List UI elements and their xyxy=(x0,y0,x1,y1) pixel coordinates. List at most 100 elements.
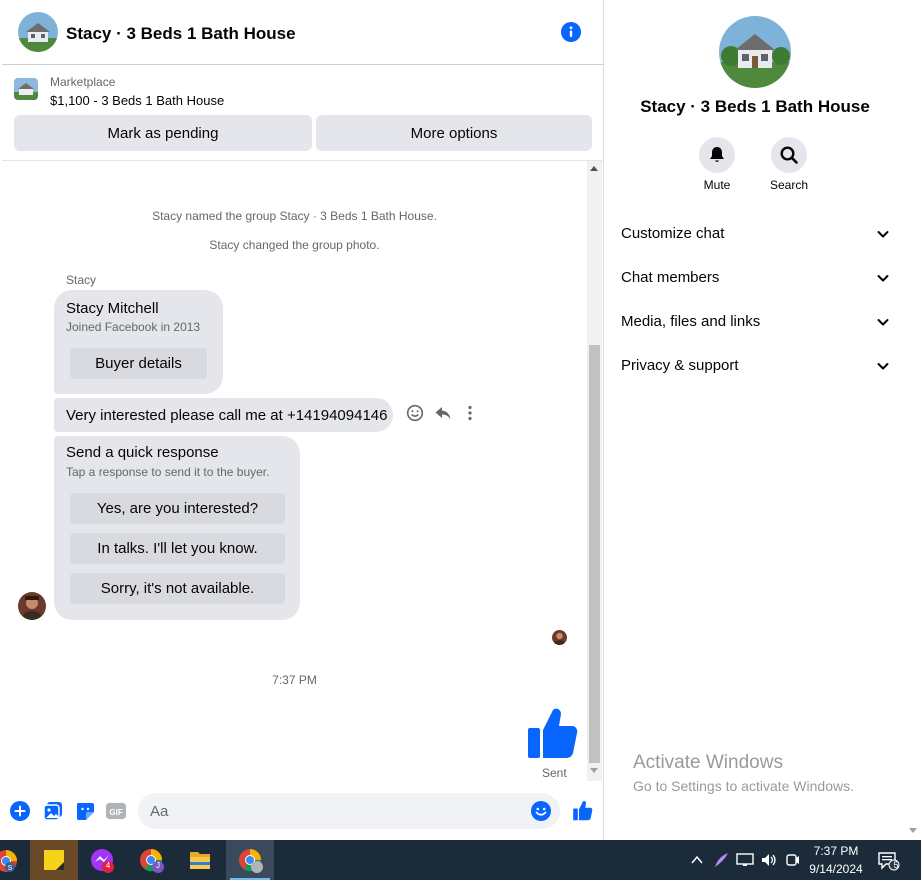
profile-card-bubble: Stacy Mitchell Joined Facebook in 2013 B… xyxy=(54,290,223,394)
taskbar-clock-time[interactable]: 7:37 PM xyxy=(806,844,866,858)
watermark-line-1: Activate Windows xyxy=(633,752,783,773)
chrome-profile-letter: J xyxy=(156,861,160,870)
chat-info-panel: Stacy · 3 Beds 1 Bath House Mute Search … xyxy=(605,0,905,840)
chat-header: Stacy · 3 Beds 1 Bath House xyxy=(2,0,604,65)
mute-button[interactable] xyxy=(699,137,735,173)
taskbar-app-chrome-s[interactable]: S xyxy=(0,840,24,880)
page: Stacy · 3 Beds 1 Bath House Marketplace … xyxy=(0,0,921,880)
scrollbar-thumb[interactable] xyxy=(589,345,600,763)
message-input-placeholder: Aa xyxy=(150,803,169,820)
more-options-button[interactable]: More options xyxy=(316,115,592,151)
taskbar-app-sticky-notes[interactable] xyxy=(30,840,78,880)
reply-icon[interactable] xyxy=(434,404,452,422)
taskbar-app-file-explorer[interactable] xyxy=(178,840,222,880)
react-emoji-icon[interactable] xyxy=(406,404,424,422)
scroll-down-arrow-icon[interactable] xyxy=(590,768,598,773)
sticky-notes-icon xyxy=(44,850,64,870)
taskbar-app-messenger[interactable]: 4 xyxy=(82,840,124,880)
network-icon[interactable] xyxy=(736,852,754,868)
sent-like-icon[interactable] xyxy=(526,706,578,760)
listing-thumbnail[interactable] xyxy=(14,78,38,100)
listing-price-title[interactable]: $1,100 - 3 Beds 1 Bath House xyxy=(50,93,224,108)
plus-icon[interactable] xyxy=(10,801,30,821)
sender-avatar[interactable] xyxy=(18,592,46,620)
chat-title[interactable]: Stacy · 3 Beds 1 Bath House xyxy=(66,24,296,44)
chrome-icon xyxy=(140,849,164,873)
group-avatar[interactable] xyxy=(18,12,58,52)
chevron-down-icon xyxy=(877,275,889,282)
section-customize-chat[interactable]: Customize chat xyxy=(621,222,891,246)
quick-response-subtitle: Tap a response to send it to the buyer. xyxy=(66,465,270,479)
message-bubble[interactable]: Very interested please call me at +14194… xyxy=(54,398,393,432)
info-title: Stacy · 3 Beds 1 Bath House xyxy=(640,97,870,116)
section-label: Privacy & support xyxy=(621,357,739,374)
meet-now-icon[interactable] xyxy=(786,852,800,868)
taskbar-app-chrome-j[interactable]: J xyxy=(130,840,172,880)
bell-icon xyxy=(710,147,724,162)
taskbar-app-chrome-active[interactable] xyxy=(226,840,274,880)
chevron-down-icon xyxy=(877,363,889,370)
search-label: Search xyxy=(769,178,809,192)
messenger-icon xyxy=(91,849,114,873)
message-input[interactable]: Aa xyxy=(138,793,560,829)
chrome-icon xyxy=(230,849,270,880)
section-chat-members[interactable]: Chat members xyxy=(621,266,891,290)
svg-text:GIF: GIF xyxy=(109,808,123,817)
sticker-icon[interactable] xyxy=(75,801,95,821)
section-media-files-links[interactable]: Media, files and links xyxy=(621,310,891,334)
scroll-up-arrow-icon[interactable] xyxy=(590,166,598,171)
watermark-line-2: Go to Settings to activate Windows. xyxy=(633,778,854,794)
system-message-photo: Stacy changed the group photo. xyxy=(209,238,380,252)
chevron-down-icon xyxy=(877,231,889,238)
profile-name: Stacy Mitchell xyxy=(66,300,159,317)
chevron-up-icon[interactable] xyxy=(690,854,704,866)
chat-pane: Stacy · 3 Beds 1 Bath House Marketplace … xyxy=(2,0,604,840)
more-vertical-icon[interactable] xyxy=(465,404,475,422)
pen-icon[interactable] xyxy=(712,851,730,869)
volume-icon[interactable] xyxy=(760,852,778,868)
notification-count: 5 xyxy=(893,860,899,870)
message-text: Very interested please call me at +14194… xyxy=(66,406,388,424)
svg-text:S: S xyxy=(8,865,13,872)
section-label: Media, files and links xyxy=(621,313,761,330)
quick-response-option[interactable]: Sorry, it's not available. xyxy=(70,573,285,604)
message-actions xyxy=(403,404,479,424)
sender-name: Stacy xyxy=(66,273,97,287)
page-scrollbar[interactable] xyxy=(905,0,921,840)
quick-response-option[interactable]: Yes, are you interested? xyxy=(70,493,285,524)
section-label: Customize chat xyxy=(621,225,725,242)
sent-status: Sent xyxy=(542,766,567,780)
mark-as-pending-button[interactable]: Mark as pending xyxy=(14,115,312,151)
seen-receipt-avatar xyxy=(552,630,567,645)
quick-response-option[interactable]: In talks. I'll let you know. xyxy=(70,533,285,564)
activate-windows-watermark: Activate Windows Go to Settings to activ… xyxy=(633,752,854,794)
info-icon[interactable] xyxy=(561,22,581,42)
section-label: Chat members xyxy=(621,269,720,286)
search-button[interactable] xyxy=(771,137,807,173)
page-scroll-down-icon[interactable] xyxy=(909,828,917,833)
gif-icon[interactable]: GIF xyxy=(106,801,126,821)
photo-icon[interactable] xyxy=(43,801,63,821)
system-message-rename: Stacy named the group Stacy · 3 Beds 1 B… xyxy=(152,209,437,223)
marketplace-label: Marketplace xyxy=(50,75,116,89)
quick-response-bubble: Send a quick response Tap a response to … xyxy=(54,436,300,620)
search-icon xyxy=(780,146,798,164)
windows-taskbar: S 4 J 7:37 PM 9/14/2024 5 xyxy=(0,840,921,880)
chrome-icon: S xyxy=(0,850,17,872)
messenger-badge-count: 4 xyxy=(105,861,111,870)
buyer-details-button[interactable]: Buyer details xyxy=(70,348,207,379)
chevron-down-icon xyxy=(877,319,889,326)
group-avatar-large[interactable] xyxy=(719,16,791,88)
timestamp-separator: 7:37 PM xyxy=(272,673,317,687)
mute-label: Mute xyxy=(703,178,731,192)
quick-response-title: Send a quick response xyxy=(66,444,219,461)
like-icon[interactable] xyxy=(572,800,593,821)
file-explorer-icon xyxy=(190,852,210,869)
section-privacy-support[interactable]: Privacy & support xyxy=(621,354,891,378)
emoji-icon[interactable] xyxy=(531,801,551,821)
marketplace-banner: Marketplace $1,100 - 3 Beds 1 Bath House… xyxy=(2,66,604,161)
message-composer: GIF Aa xyxy=(2,790,604,834)
chat-scrollbar[interactable] xyxy=(587,161,602,781)
taskbar-clock-date[interactable]: 9/14/2024 xyxy=(806,862,866,876)
profile-joined: Joined Facebook in 2013 xyxy=(66,320,201,334)
